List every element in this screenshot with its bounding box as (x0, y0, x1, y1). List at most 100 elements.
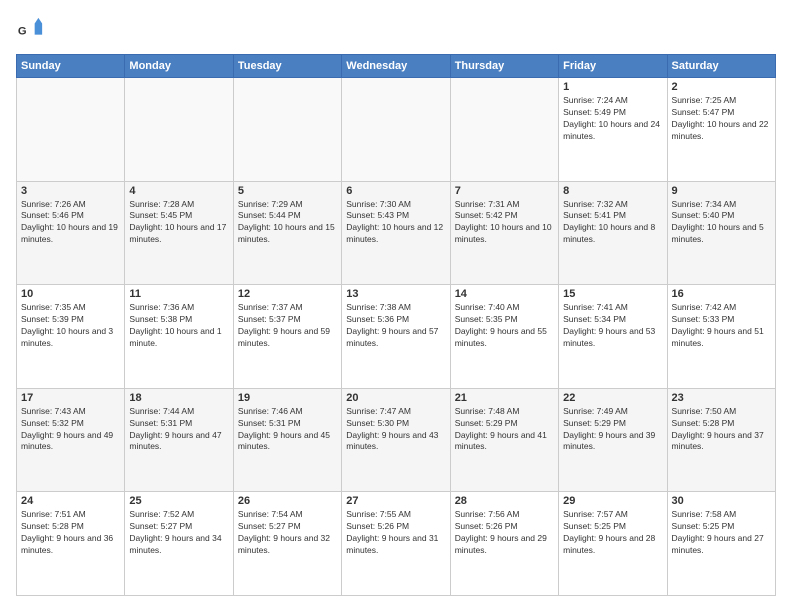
day-info: Sunrise: 7:31 AMSunset: 5:42 PMDaylight:… (455, 199, 554, 247)
calendar-week-row: 3 Sunrise: 7:26 AMSunset: 5:46 PMDaylight… (17, 181, 776, 285)
day-number: 15 (563, 288, 662, 300)
day-number: 10 (21, 288, 120, 300)
day-number: 21 (455, 392, 554, 404)
day-number: 20 (346, 392, 445, 404)
weekday-header: Friday (559, 55, 667, 78)
calendar-cell (17, 78, 125, 182)
day-info: Sunrise: 7:47 AMSunset: 5:30 PMDaylight:… (346, 406, 445, 454)
day-number: 9 (672, 185, 771, 197)
day-info: Sunrise: 7:30 AMSunset: 5:43 PMDaylight:… (346, 199, 445, 247)
calendar-week-row: 1Sunrise: 7:24 AMSunset: 5:49 PMDaylight… (17, 78, 776, 182)
day-number: 12 (238, 288, 337, 300)
calendar-cell (450, 78, 558, 182)
day-info: Sunrise: 7:58 AMSunset: 5:25 PMDaylight:… (672, 509, 771, 557)
day-number: 6 (346, 185, 445, 197)
day-number: 18 (129, 392, 228, 404)
calendar-cell: 18 Sunrise: 7:44 AMSunset: 5:31 PMDayligh… (125, 388, 233, 492)
calendar-cell: 4 Sunrise: 7:28 AMSunset: 5:45 PMDaylight… (125, 181, 233, 285)
calendar-header-row: SundayMondayTuesdayWednesdayThursdayFrid… (17, 55, 776, 78)
calendar-cell: 14 Sunrise: 7:40 AMSunset: 5:35 PMDayligh… (450, 285, 558, 389)
day-number: 7 (455, 185, 554, 197)
day-info: Sunrise: 7:52 AMSunset: 5:27 PMDaylight:… (129, 509, 228, 557)
calendar-cell: 5Sunrise: 7:29 AMSunset: 5:44 PMDaylight… (233, 181, 341, 285)
day-info: Sunrise: 7:36 AMSunset: 5:38 PMDaylight:… (129, 302, 228, 350)
day-number: 13 (346, 288, 445, 300)
calendar: SundayMondayTuesdayWednesdayThursdayFrid… (16, 54, 776, 596)
day-number: 27 (346, 495, 445, 507)
day-info: Sunrise: 7:32 AMSunset: 5:41 PMDaylight:… (563, 199, 662, 247)
calendar-cell: 29 Sunrise: 7:57 AMSunset: 5:25 PMDayligh… (559, 492, 667, 596)
day-info: Sunrise: 7:44 AMSunset: 5:31 PMDaylight:… (129, 406, 228, 454)
day-number: 28 (455, 495, 554, 507)
day-info: Sunrise: 7:46 AMSunset: 5:31 PMDaylight:… (238, 406, 337, 454)
day-number: 17 (21, 392, 120, 404)
day-info: Sunrise: 7:42 AMSunset: 5:33 PMDaylight:… (672, 302, 771, 350)
calendar-cell: 10 Sunrise: 7:35 AMSunset: 5:39 PMDayligh… (17, 285, 125, 389)
day-number: 26 (238, 495, 337, 507)
day-info: Sunrise: 7:35 AMSunset: 5:39 PMDaylight:… (21, 302, 120, 350)
calendar-cell: 21 Sunrise: 7:48 AMSunset: 5:29 PMDayligh… (450, 388, 558, 492)
day-number: 3 (21, 185, 120, 197)
calendar-week-row: 17 Sunrise: 7:43 AMSunset: 5:32 PMDayligh… (17, 388, 776, 492)
day-number: 14 (455, 288, 554, 300)
day-info: Sunrise: 7:55 AMSunset: 5:26 PMDaylight:… (346, 509, 445, 557)
weekday-header: Saturday (667, 55, 775, 78)
calendar-cell: 19 Sunrise: 7:46 AMSunset: 5:31 PMDayligh… (233, 388, 341, 492)
day-info: Sunrise: 7:28 AMSunset: 5:45 PMDaylight:… (129, 199, 228, 247)
day-number: 29 (563, 495, 662, 507)
calendar-cell: 25 Sunrise: 7:52 AMSunset: 5:27 PMDayligh… (125, 492, 233, 596)
calendar-week-row: 10 Sunrise: 7:35 AMSunset: 5:39 PMDayligh… (17, 285, 776, 389)
calendar-cell: 16 Sunrise: 7:42 AMSunset: 5:33 PMDayligh… (667, 285, 775, 389)
calendar-cell: 30 Sunrise: 7:58 AMSunset: 5:25 PMDayligh… (667, 492, 775, 596)
day-info: Sunrise: 7:57 AMSunset: 5:25 PMDaylight:… (563, 509, 662, 557)
day-info: Sunrise: 7:41 AMSunset: 5:34 PMDaylight:… (563, 302, 662, 350)
calendar-cell: 13Sunrise: 7:38 AMSunset: 5:36 PMDayligh… (342, 285, 450, 389)
calendar-cell: 12 Sunrise: 7:37 AMSunset: 5:37 PMDayligh… (233, 285, 341, 389)
day-number: 16 (672, 288, 771, 300)
calendar-cell: 11Sunrise: 7:36 AMSunset: 5:38 PMDayligh… (125, 285, 233, 389)
day-info: Sunrise: 7:24 AMSunset: 5:49 PMDaylight:… (563, 95, 662, 143)
calendar-cell: 3 Sunrise: 7:26 AMSunset: 5:46 PMDaylight… (17, 181, 125, 285)
calendar-cell: 6 Sunrise: 7:30 AMSunset: 5:43 PMDaylight… (342, 181, 450, 285)
calendar-cell: 20 Sunrise: 7:47 AMSunset: 5:30 PMDayligh… (342, 388, 450, 492)
logo-icon: G (16, 16, 44, 44)
calendar-cell: 23 Sunrise: 7:50 AMSunset: 5:28 PMDayligh… (667, 388, 775, 492)
calendar-week-row: 24Sunrise: 7:51 AMSunset: 5:28 PMDayligh… (17, 492, 776, 596)
day-info: Sunrise: 7:37 AMSunset: 5:37 PMDaylight:… (238, 302, 337, 350)
weekday-header: Wednesday (342, 55, 450, 78)
calendar-cell: 7 Sunrise: 7:31 AMSunset: 5:42 PMDaylight… (450, 181, 558, 285)
calendar-cell: 2 Sunrise: 7:25 AMSunset: 5:47 PMDaylight… (667, 78, 775, 182)
day-number: 4 (129, 185, 228, 197)
calendar-cell: 26 Sunrise: 7:54 AMSunset: 5:27 PMDayligh… (233, 492, 341, 596)
day-info: Sunrise: 7:50 AMSunset: 5:28 PMDaylight:… (672, 406, 771, 454)
day-info: Sunrise: 7:25 AMSunset: 5:47 PMDaylight:… (672, 95, 771, 143)
logo: G (16, 16, 48, 44)
day-number: 2 (672, 81, 771, 93)
calendar-cell: 1Sunrise: 7:24 AMSunset: 5:49 PMDaylight… (559, 78, 667, 182)
day-info: Sunrise: 7:26 AMSunset: 5:46 PMDaylight:… (21, 199, 120, 247)
day-info: Sunrise: 7:54 AMSunset: 5:27 PMDaylight:… (238, 509, 337, 557)
weekday-header: Monday (125, 55, 233, 78)
calendar-cell: 22Sunrise: 7:49 AMSunset: 5:29 PMDayligh… (559, 388, 667, 492)
calendar-cell: 8 Sunrise: 7:32 AMSunset: 5:41 PMDaylight… (559, 181, 667, 285)
day-number: 24 (21, 495, 120, 507)
day-info: Sunrise: 7:43 AMSunset: 5:32 PMDaylight:… (21, 406, 120, 454)
calendar-cell: 24Sunrise: 7:51 AMSunset: 5:28 PMDayligh… (17, 492, 125, 596)
calendar-cell (342, 78, 450, 182)
calendar-body: 1Sunrise: 7:24 AMSunset: 5:49 PMDaylight… (17, 78, 776, 596)
weekday-header: Tuesday (233, 55, 341, 78)
weekday-header: Sunday (17, 55, 125, 78)
day-number: 30 (672, 495, 771, 507)
day-number: 19 (238, 392, 337, 404)
day-number: 8 (563, 185, 662, 197)
day-number: 5 (238, 185, 337, 197)
day-info: Sunrise: 7:48 AMSunset: 5:29 PMDaylight:… (455, 406, 554, 454)
svg-text:G: G (18, 26, 27, 38)
calendar-cell: 9Sunrise: 7:34 AMSunset: 5:40 PMDaylight… (667, 181, 775, 285)
calendar-cell: 28Sunrise: 7:56 AMSunset: 5:26 PMDayligh… (450, 492, 558, 596)
day-number: 25 (129, 495, 228, 507)
calendar-cell: 15 Sunrise: 7:41 AMSunset: 5:34 PMDayligh… (559, 285, 667, 389)
calendar-cell (233, 78, 341, 182)
day-number: 23 (672, 392, 771, 404)
day-info: Sunrise: 7:40 AMSunset: 5:35 PMDaylight:… (455, 302, 554, 350)
